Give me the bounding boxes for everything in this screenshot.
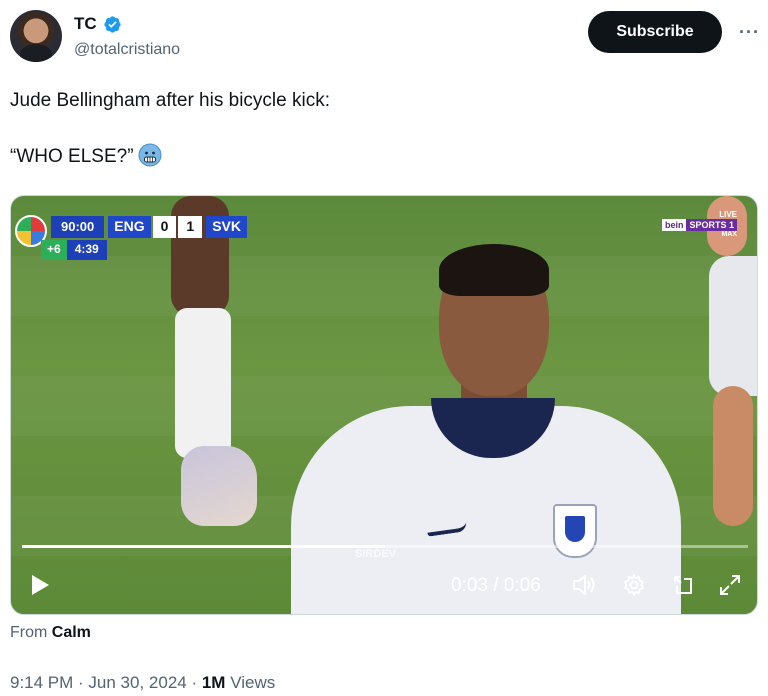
volume-icon[interactable] (571, 572, 597, 598)
channel-logo: bein SPORTS 1 (661, 219, 737, 231)
kicking-leg-figure (161, 196, 257, 526)
tweet-line-2: “WHO ELSE?” (10, 143, 330, 169)
channel-tier: MAX (721, 231, 737, 238)
added-time-box: +6 4:39 (41, 240, 107, 260)
football-boot (181, 446, 257, 526)
settings-gear-icon[interactable] (621, 572, 647, 598)
video-player[interactable]: 90:00 ENG 0 1 SVK +6 4:39 LIVE bein SPOR… (10, 195, 758, 615)
live-label: LIVE (719, 210, 737, 219)
video-controls: 0:03 / 0:06 (11, 556, 757, 614)
channel-name-2: SPORTS 1 (686, 219, 737, 231)
home-team: ENG (108, 216, 151, 238)
tweet-text: Jude Bellingham after his bicycle kick: … (10, 88, 330, 199)
more-options-icon[interactable]: ··· (739, 22, 760, 43)
added-minutes: +6 (41, 240, 67, 260)
fullscreen-icon[interactable] (717, 572, 743, 598)
tweet-header: TC @totalcristiano Subscribe ··· (10, 10, 760, 66)
player-hair (439, 244, 549, 296)
views-count: 1M (201, 673, 226, 692)
away-score: 1 (178, 216, 203, 238)
right-player-arm (713, 386, 753, 526)
england-crest (553, 504, 597, 558)
tweet-line-1: Jude Bellingham after his bicycle kick: (10, 90, 330, 111)
scoreboard: 90:00 ENG 0 1 SVK (15, 215, 247, 247)
leg-skin (171, 196, 229, 316)
broadcaster-logo: LIVE bein SPORTS 1 MAX (661, 210, 737, 238)
video-time: 0:03 / 0:06 (451, 575, 541, 596)
tweet-timestamp[interactable]: 9:14 PM · Jun 30, 2024 · (10, 673, 202, 692)
home-score: 0 (152, 216, 177, 238)
play-icon[interactable] (27, 572, 53, 598)
video-progress-fill (22, 545, 385, 548)
right-player-shirt (709, 256, 757, 396)
added-clock: 4:39 (66, 240, 107, 260)
source-name[interactable]: Calm (52, 624, 91, 641)
video-progress-bar[interactable] (22, 545, 748, 548)
avatar[interactable] (10, 10, 62, 62)
cold-face-emoji-icon (138, 143, 162, 167)
leg-sock (175, 308, 231, 458)
match-clock: 90:00 (51, 216, 105, 238)
source-prefix: From (10, 624, 48, 641)
source-attribution: From Calm (10, 624, 91, 642)
channel-name-1: bein (661, 219, 687, 231)
away-team: SVK (206, 216, 247, 238)
author-handle[interactable]: @totalcristiano (74, 41, 180, 59)
author-name-row: TC (74, 14, 122, 34)
picture-in-picture-icon[interactable] (670, 572, 696, 598)
author-name[interactable]: TC (74, 14, 97, 34)
right-player-figure (701, 196, 757, 526)
views-label: Views (225, 673, 276, 692)
verified-badge-icon (104, 15, 121, 33)
subscribe-button[interactable]: Subscribe (588, 11, 722, 53)
tweet-quote: “WHO ELSE?” (10, 146, 134, 167)
tweet-meta: 9:14 PM · Jun 30, 2024 · 1M Views (10, 673, 275, 693)
